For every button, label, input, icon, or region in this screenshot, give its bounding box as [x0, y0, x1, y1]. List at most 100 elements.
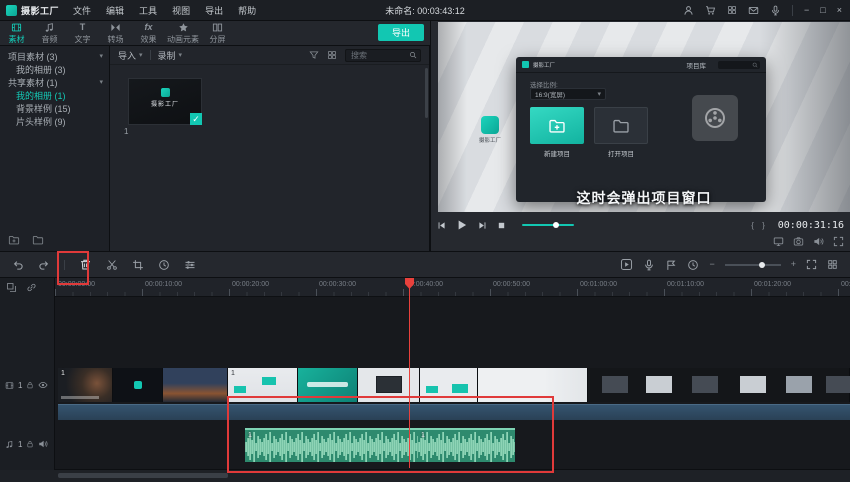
volume-slider[interactable]	[522, 224, 574, 226]
next-frame-button[interactable]	[478, 221, 487, 230]
playhead[interactable]	[409, 278, 410, 468]
timeline-toolbar: − +	[0, 251, 850, 278]
adjust-sliders-icon[interactable]	[184, 259, 196, 271]
marker-flag-icon[interactable]	[665, 259, 677, 271]
sidebar-item-background-samples[interactable]: 背景样例 (15)	[0, 102, 109, 115]
sidebar-item-my-album-shared[interactable]: 我的相册 (1)	[0, 89, 109, 102]
filter-icon[interactable]	[309, 50, 319, 60]
render-preview-icon[interactable]	[620, 258, 633, 271]
tab-effects[interactable]: fx 效果	[132, 22, 165, 45]
speaker-icon[interactable]	[38, 439, 48, 449]
zoom-in-icon[interactable]: +	[791, 260, 796, 269]
clip-name: 1	[124, 127, 128, 136]
project-library-label: 项目库	[687, 60, 707, 70]
tab-splitscreen[interactable]: 分屏	[201, 22, 234, 45]
tab-transition[interactable]: 转场	[99, 22, 132, 45]
fit-timeline-icon[interactable]	[806, 259, 817, 270]
timeline-clip[interactable]	[163, 368, 228, 402]
track-view-icon[interactable]	[827, 259, 838, 270]
timeline-clip[interactable]	[358, 368, 420, 402]
voiceover-mic-icon[interactable]	[643, 259, 655, 271]
redo-icon[interactable]	[38, 259, 50, 271]
menu-export[interactable]: 导出	[205, 4, 223, 17]
menu-tools[interactable]: 工具	[139, 4, 157, 17]
timeline-clip[interactable]	[478, 368, 588, 402]
sidebar-item-intro-samples[interactable]: 片头样例 (9)	[0, 115, 109, 128]
split-screen-icon	[212, 22, 223, 33]
record-dropdown[interactable]: 录制 ▾	[158, 49, 183, 62]
timeline-clip[interactable]	[420, 368, 478, 402]
play-button[interactable]	[456, 219, 468, 231]
link-icon[interactable]	[26, 282, 37, 293]
lock-icon[interactable]	[26, 381, 34, 389]
zoom-slider-handle[interactable]	[759, 262, 765, 268]
menu-help[interactable]: 帮助	[238, 4, 256, 17]
preview-panel: 摄影工厂 摄影工厂 项目库 选择比例: 16:9(宽屏) ▾	[430, 20, 850, 251]
stop-button[interactable]	[497, 221, 506, 230]
audio-clip[interactable]: 1	[245, 428, 418, 462]
tab-text[interactable]: T 文字	[66, 22, 99, 45]
timeline-clip[interactable]	[588, 368, 850, 402]
audio-clip[interactable]: 1	[418, 428, 515, 462]
delete-trash-icon[interactable]	[79, 258, 92, 271]
folder-icon[interactable]	[32, 234, 44, 246]
store-cart-icon[interactable]	[705, 5, 716, 16]
timeline-clip[interactable]: 1	[228, 368, 298, 402]
divider	[792, 5, 793, 16]
fullscreen-icon[interactable]	[833, 236, 844, 247]
timeline-ruler[interactable]: 00:00:00:00 00:00:10:00 00:00:20:00 00:0…	[55, 278, 850, 297]
previous-frame-button[interactable]	[437, 221, 446, 230]
zoom-out-icon[interactable]: −	[709, 260, 714, 269]
media-library-panel: 导入 ▾ 录制 ▾ 摄影工厂 ✓ 1	[110, 46, 430, 251]
snapshot-camera-icon[interactable]	[793, 236, 804, 247]
manage-tracks-icon[interactable]	[6, 282, 17, 293]
minimize-button[interactable]: −	[804, 6, 809, 15]
maximize-button[interactable]: □	[820, 6, 825, 15]
track-number: 1	[18, 440, 22, 449]
display-mode-icon[interactable]	[773, 236, 784, 247]
timeline-clip[interactable]	[298, 368, 358, 402]
mark-in-out-icon[interactable]: { }	[751, 221, 768, 230]
tab-audio[interactable]: 音频	[33, 22, 66, 45]
search-input[interactable]	[349, 50, 406, 61]
media-view-tools	[309, 49, 421, 62]
grid-view-icon[interactable]	[327, 50, 337, 60]
lock-icon[interactable]	[26, 440, 34, 448]
search-box[interactable]	[345, 49, 421, 62]
menu-view[interactable]: 视图	[172, 4, 190, 17]
collapsed-track[interactable]	[58, 404, 850, 420]
timeline: 00:00:00:00 00:00:10:00 00:00:20:00 00:0…	[0, 278, 850, 470]
timeline-clip[interactable]: 1	[58, 368, 113, 402]
tab-elements[interactable]: 动画元素	[165, 22, 201, 45]
sidebar-item-project-media[interactable]: 项目素材 (3) ▾	[0, 50, 109, 63]
tab-media[interactable]: 素材	[0, 22, 33, 45]
crop-icon[interactable]	[132, 259, 144, 271]
volume-slider-handle[interactable]	[553, 222, 559, 228]
timeline-horizontal-scrollbar[interactable]	[58, 473, 228, 478]
speaker-icon[interactable]	[813, 236, 824, 247]
timer-icon[interactable]	[687, 259, 699, 271]
split-scissors-icon[interactable]	[106, 259, 118, 271]
video-track-icon	[5, 381, 14, 390]
export-button[interactable]: 导出	[378, 24, 424, 41]
import-dropdown[interactable]: 导入 ▾	[118, 49, 143, 62]
layout-icon[interactable]	[727, 5, 737, 15]
undo-icon[interactable]	[12, 259, 24, 271]
sidebar-item-my-album[interactable]: 我的相册 (3)	[0, 63, 109, 76]
menu-edit[interactable]: 编辑	[106, 4, 124, 17]
timeline-zoom-slider[interactable]	[725, 264, 781, 266]
open-project-label: 打开项目	[594, 148, 648, 158]
film-icon	[11, 22, 22, 33]
speed-duration-icon[interactable]	[158, 259, 170, 271]
timeline-clip[interactable]	[113, 368, 163, 402]
mic-icon[interactable]	[770, 5, 781, 16]
media-clip-thumbnail[interactable]: 摄影工厂 ✓	[128, 78, 202, 125]
close-button[interactable]: ×	[837, 6, 842, 15]
new-folder-icon[interactable]	[8, 234, 20, 246]
eye-icon[interactable]	[38, 380, 48, 390]
menu-file[interactable]: 文件	[73, 4, 91, 17]
scrollbar[interactable]	[425, 68, 428, 118]
sidebar-item-shared-media[interactable]: 共享素材 (1) ▾	[0, 76, 109, 89]
account-icon[interactable]	[683, 5, 694, 16]
feedback-mail-icon[interactable]	[748, 5, 759, 16]
